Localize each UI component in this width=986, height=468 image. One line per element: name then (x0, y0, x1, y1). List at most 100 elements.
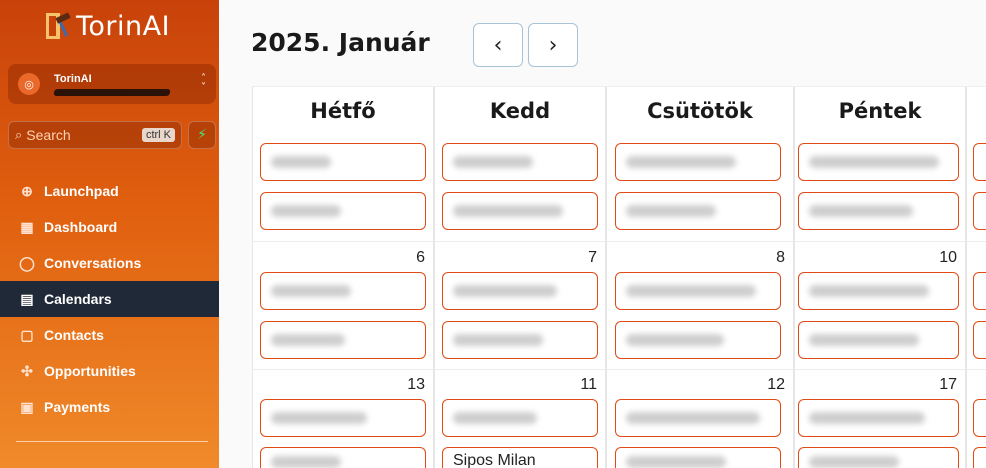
day-number: 11 (580, 376, 597, 393)
event-slot[interactable] (260, 272, 426, 310)
dashboard-icon: ▦ (20, 218, 34, 235)
chevron-left-icon: ‹ (493, 32, 503, 58)
day-column-monday: Hétfő 6 13 (252, 87, 434, 468)
event-slot[interactable] (973, 272, 986, 310)
brand-logo[interactable]: TorinAI (44, 8, 170, 44)
previous-month-button[interactable]: ‹ (473, 23, 523, 67)
chat-icon: ◯ (19, 254, 35, 271)
sidebar-item-label: Calendars (44, 291, 112, 307)
sidebar: TorinAI ◎ TorinAI ˄ ˅ ⌕ Search ctrl K ⚡ ⊕… (0, 0, 219, 468)
redacted-text (271, 156, 331, 168)
event-slot[interactable]: Sipos Milan (442, 447, 598, 468)
logo-icon (44, 11, 72, 41)
column-header: Péntek (838, 99, 922, 123)
redacted-text (626, 334, 724, 346)
event-slot[interactable] (615, 321, 781, 359)
redacted-text (453, 156, 533, 168)
event-slot[interactable] (442, 272, 598, 310)
event-slot[interactable] (260, 447, 426, 468)
account-switcher[interactable]: ◎ TorinAI ˄ ˅ (8, 64, 216, 104)
day-column-thursday: Csütötök 8 12 (606, 87, 794, 468)
event-slot[interactable] (260, 321, 426, 359)
event-slot[interactable] (798, 192, 959, 230)
sidebar-nav: ⊕ Launchpad ▦ Dashboard ◯ Conversations … (0, 173, 219, 425)
event-slot[interactable] (798, 143, 959, 181)
redacted-text (626, 205, 716, 217)
event-slot[interactable] (973, 143, 986, 181)
day-number: 10 (939, 249, 957, 266)
day-number: 6 (416, 249, 425, 266)
quick-action-button[interactable]: ⚡ (188, 121, 216, 149)
event-slot[interactable] (798, 272, 959, 310)
brand-name: TorinAI (76, 10, 171, 42)
redacted-text (271, 456, 341, 468)
event-slot[interactable] (798, 447, 959, 468)
event-slot[interactable] (442, 143, 598, 181)
event-slot[interactable] (260, 143, 426, 181)
redacted-text (453, 205, 563, 217)
event-slot[interactable] (973, 399, 986, 437)
event-slot[interactable] (973, 447, 986, 468)
column-header: Hétfő (310, 99, 376, 123)
day-column-tuesday: Kedd 7 11 Sipos Milan (434, 87, 606, 468)
event-slot[interactable] (260, 399, 426, 437)
sidebar-item-calendars[interactable]: ▤ Calendars (0, 281, 219, 317)
event-slot[interactable] (798, 321, 959, 359)
column-header: Kedd (489, 99, 551, 123)
day-number: 17 (939, 376, 957, 393)
event-slot[interactable] (798, 399, 959, 437)
sidebar-item-label: Launchpad (44, 183, 119, 199)
sidebar-item-contacts[interactable]: ▢ Contacts (0, 317, 219, 353)
chevron-right-icon: › (548, 32, 558, 58)
redacted-text (271, 412, 367, 424)
day-column-friday: Péntek 10 17 (794, 87, 966, 468)
redacted-text (809, 412, 925, 424)
redacted-text (809, 205, 913, 217)
event-slot[interactable] (973, 321, 986, 359)
event-slot[interactable] (615, 272, 781, 310)
redacted-text (809, 334, 919, 346)
event-slot[interactable] (615, 192, 781, 230)
redacted-text (271, 334, 345, 346)
contacts-icon: ▢ (20, 326, 34, 343)
sidebar-item-launchpad[interactable]: ⊕ Launchpad (0, 173, 219, 209)
event-slot[interactable] (442, 321, 598, 359)
user-icon: ◎ (18, 73, 40, 95)
calendar-grid: Hétfő 6 13 Kedd 7 11 Sipos Milan Csütötö… (252, 86, 986, 468)
event-slot[interactable] (442, 192, 598, 230)
search-input[interactable]: ⌕ Search ctrl K (8, 121, 182, 149)
redacted-text (626, 412, 760, 424)
event-slot[interactable] (973, 192, 986, 230)
event-slot[interactable] (260, 192, 426, 230)
calendar-icon: ▤ (20, 290, 34, 307)
redacted-text (809, 156, 939, 168)
sidebar-item-label: Dashboard (44, 219, 118, 235)
redacted-text (453, 285, 557, 297)
sidebar-item-conversations[interactable]: ◯ Conversations (0, 245, 219, 281)
search-icon: ⌕ (15, 127, 23, 143)
column-header: Csütötök (647, 99, 753, 123)
search-shortcut: ctrl K (141, 128, 175, 142)
sidebar-item-payments[interactable]: ▣ Payments (0, 389, 219, 425)
redacted-text (626, 456, 726, 468)
event-slot[interactable] (615, 143, 781, 181)
event-slot[interactable] (615, 399, 781, 437)
event-slot[interactable] (442, 399, 598, 437)
account-name: TorinAI (54, 72, 92, 85)
sidebar-item-label: Payments (44, 399, 111, 415)
day-number: 13 (407, 376, 425, 393)
search-placeholder: Search (26, 127, 71, 143)
bolt-icon: ⚡ (197, 127, 207, 143)
redacted-text (626, 285, 756, 297)
sidebar-divider (16, 441, 208, 442)
calendar-main: 2025. Január ‹ › Hétfő 6 13 Kedd 7 11 Si… (219, 0, 986, 468)
redacted-text (453, 412, 537, 424)
account-subtitle-redacted (53, 88, 171, 96)
next-month-button[interactable]: › (528, 23, 578, 67)
opportunities-icon: ✣ (21, 362, 33, 379)
redacted-text (809, 456, 899, 468)
sidebar-item-dashboard[interactable]: ▦ Dashboard (0, 209, 219, 245)
event-slot[interactable] (615, 447, 781, 468)
day-number: 12 (767, 376, 785, 393)
sidebar-item-opportunities[interactable]: ✣ Opportunities (0, 353, 219, 389)
